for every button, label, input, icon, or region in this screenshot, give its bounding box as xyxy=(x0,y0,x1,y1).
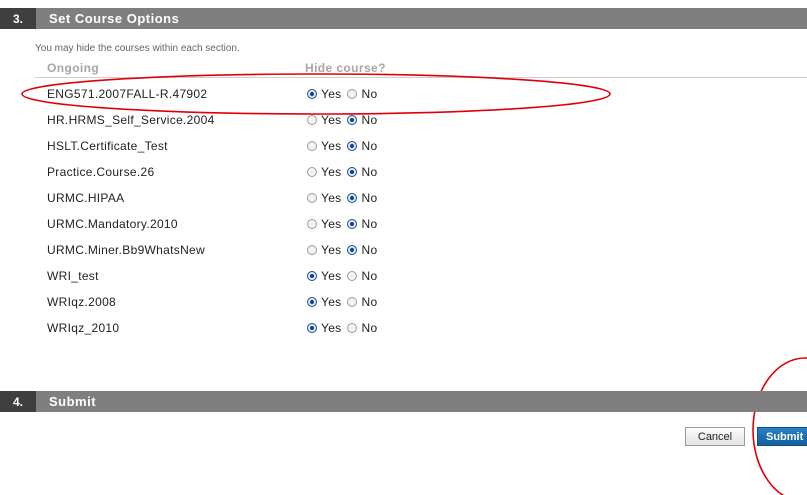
hide-no-label: No xyxy=(361,113,378,127)
hide-course-radio-group: Yes No xyxy=(307,165,383,179)
course-name: HR.HRMS_Self_Service.2004 xyxy=(47,113,215,127)
course-row: URMC.Miner.Bb9WhatsNew Yes No xyxy=(0,238,807,264)
hide-yes-radio[interactable] xyxy=(307,219,317,229)
hide-yes-label: Yes xyxy=(321,243,342,257)
course-name: URMC.Mandatory.2010 xyxy=(47,217,178,231)
hide-no-radio[interactable] xyxy=(347,89,358,99)
hide-yes-radio[interactable] xyxy=(307,323,317,333)
course-row: WRIqz.2008 Yes No xyxy=(0,290,807,316)
hide-yes-radio[interactable] xyxy=(307,271,317,281)
course-row: WRIqz_2010 Yes No xyxy=(0,316,807,342)
hide-no-label: No xyxy=(361,87,378,101)
course-row: Practice.Course.26 Yes No xyxy=(0,160,807,186)
section-3-number: 3. xyxy=(0,8,36,29)
hide-yes-radio[interactable] xyxy=(307,115,317,125)
hide-yes-radio[interactable] xyxy=(307,193,317,203)
hide-no-radio[interactable] xyxy=(347,193,358,203)
hide-yes-label: Yes xyxy=(321,165,342,179)
hide-course-radio-group: Yes No xyxy=(307,191,383,205)
hide-no-label: No xyxy=(361,295,378,309)
hide-course-radio-group: Yes No xyxy=(307,243,383,257)
section-4-header: 4. Submit xyxy=(0,391,807,412)
hide-yes-label: Yes xyxy=(321,191,342,205)
course-row: WRI_test Yes No xyxy=(0,264,807,290)
hide-no-radio[interactable] xyxy=(347,323,358,333)
course-name: WRI_test xyxy=(47,269,99,283)
hide-no-radio[interactable] xyxy=(347,115,358,125)
hide-no-radio[interactable] xyxy=(347,245,358,255)
course-row: HSLT.Certificate_Test Yes No xyxy=(0,134,807,160)
hide-yes-radio[interactable] xyxy=(307,141,317,151)
course-row: HR.HRMS_Self_Service.2004 Yes No xyxy=(0,108,807,134)
hide-yes-label: Yes xyxy=(321,295,342,309)
hide-course-radio-group: Yes No xyxy=(307,269,383,283)
hide-yes-radio[interactable] xyxy=(307,89,317,99)
hide-course-radio-group: Yes No xyxy=(307,321,383,335)
course-name: URMC.HIPAA xyxy=(47,191,125,205)
hide-yes-label: Yes xyxy=(321,217,342,231)
course-name: WRIqz_2010 xyxy=(47,321,120,335)
hide-no-label: No xyxy=(361,139,378,153)
hide-yes-radio[interactable] xyxy=(307,245,317,255)
course-name: ENG571.2007FALL-R.47902 xyxy=(47,87,208,101)
course-list: ENG571.2007FALL-R.47902 Yes No HR.HRMS_Self… xyxy=(0,82,807,342)
hide-no-label: No xyxy=(361,243,378,257)
course-row: URMC.Mandatory.2010 Yes No xyxy=(0,212,807,238)
column-header-ongoing: Ongoing xyxy=(47,61,100,75)
course-name: Practice.Course.26 xyxy=(47,165,155,179)
hide-no-radio[interactable] xyxy=(347,167,358,177)
hide-yes-radio[interactable] xyxy=(307,297,317,307)
button-bar: Cancel Submit xyxy=(0,427,807,447)
cancel-button[interactable]: Cancel xyxy=(685,427,745,446)
header-divider xyxy=(35,77,807,78)
hide-yes-label: Yes xyxy=(321,321,342,335)
hide-no-radio[interactable] xyxy=(347,297,358,307)
column-header-hide-course: Hide course? xyxy=(305,61,386,75)
hide-course-radio-group: Yes No xyxy=(307,295,383,309)
hide-course-radio-group: Yes No xyxy=(307,217,383,231)
hide-no-label: No xyxy=(361,217,378,231)
course-row: URMC.HIPAA Yes No xyxy=(0,186,807,212)
hide-no-radio[interactable] xyxy=(347,219,358,229)
hide-yes-label: Yes xyxy=(321,87,342,101)
hide-course-radio-group: Yes No xyxy=(307,113,383,127)
section-3-title: Set Course Options xyxy=(49,11,180,26)
hide-course-radio-group: Yes No xyxy=(307,87,383,101)
hide-no-label: No xyxy=(361,321,378,335)
hide-course-radio-group: Yes No xyxy=(307,139,383,153)
hide-yes-radio[interactable] xyxy=(307,167,317,177)
submit-button[interactable]: Submit xyxy=(757,427,807,446)
section-3-instructions: You may hide the courses within each sec… xyxy=(35,43,240,54)
hide-no-radio[interactable] xyxy=(347,141,358,151)
hide-yes-label: Yes xyxy=(321,269,342,283)
section-4-title: Submit xyxy=(49,394,97,409)
hide-no-label: No xyxy=(361,191,378,205)
section-4-number: 4. xyxy=(0,391,36,412)
hide-no-label: No xyxy=(361,269,378,283)
section-3-header: 3. Set Course Options xyxy=(0,8,807,29)
course-row: ENG571.2007FALL-R.47902 Yes No xyxy=(0,82,807,108)
hide-yes-label: Yes xyxy=(321,139,342,153)
hide-yes-label: Yes xyxy=(321,113,342,127)
hide-no-radio[interactable] xyxy=(347,271,358,281)
course-name: WRIqz.2008 xyxy=(47,295,117,309)
course-name: HSLT.Certificate_Test xyxy=(47,139,168,153)
course-name: URMC.Miner.Bb9WhatsNew xyxy=(47,243,205,257)
hide-no-label: No xyxy=(361,165,378,179)
